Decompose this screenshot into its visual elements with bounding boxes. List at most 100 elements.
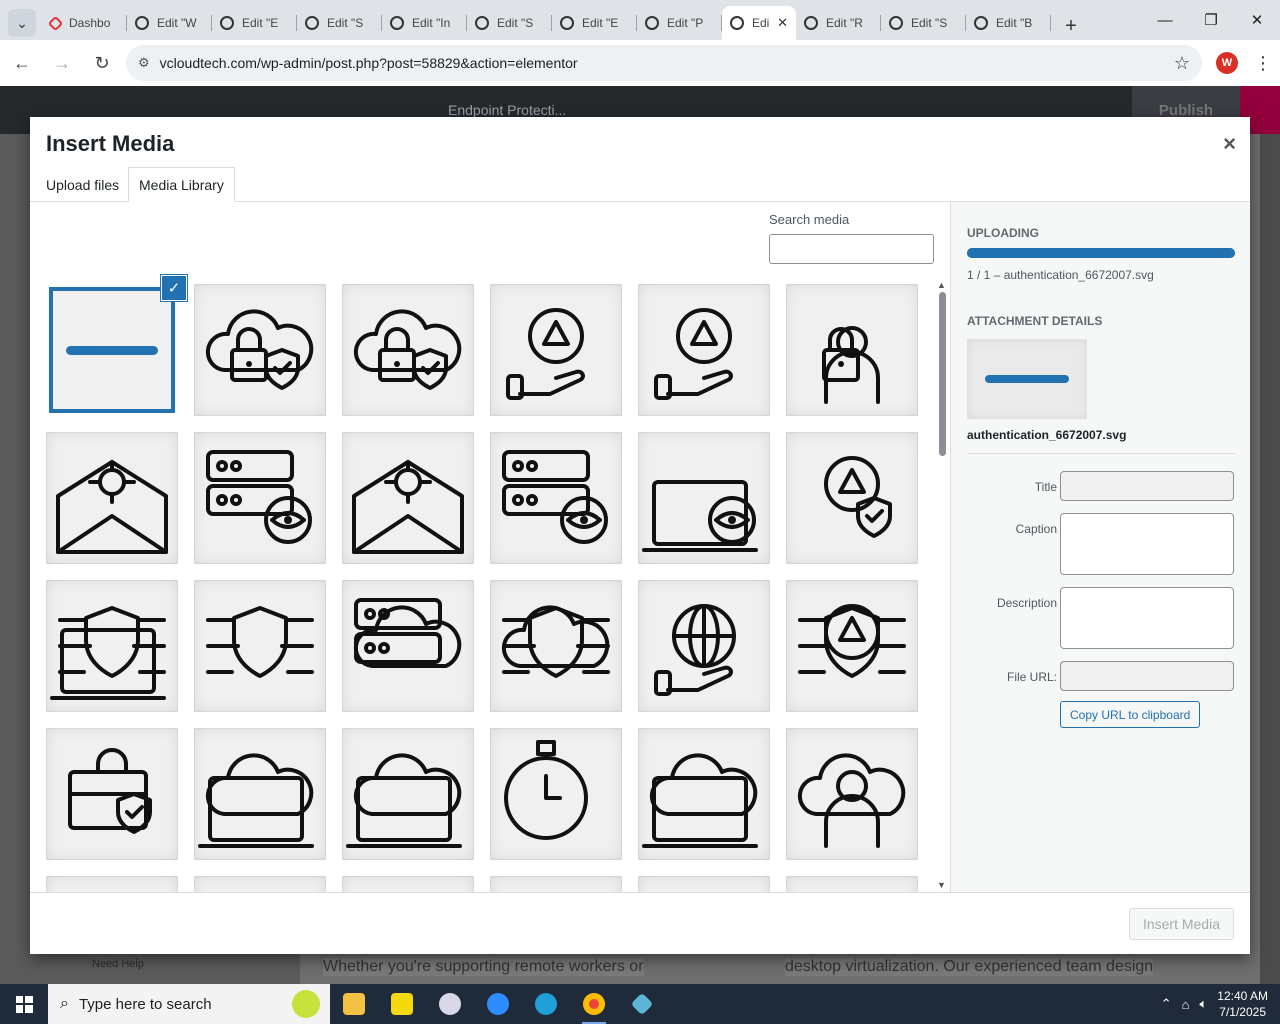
attachment-details-heading: ATTACHMENT DETAILS xyxy=(967,314,1103,328)
paint-icon[interactable] xyxy=(426,984,474,1024)
file-url-field[interactable] xyxy=(1060,661,1234,691)
attachment-item[interactable] xyxy=(786,284,918,416)
attachment-item[interactable] xyxy=(638,432,770,564)
attachment-item[interactable] xyxy=(638,876,770,892)
browser-tab[interactable]: Edit "B xyxy=(966,6,1051,40)
server-eye-icon xyxy=(502,450,608,544)
zoom-icon[interactable] xyxy=(474,984,522,1024)
profile-avatar[interactable]: W xyxy=(1216,52,1238,74)
wordpress-icon xyxy=(305,16,319,30)
forward-icon[interactable]: → xyxy=(44,45,80,81)
attachment-item[interactable] xyxy=(638,580,770,712)
scroll-up-icon[interactable]: ▲ xyxy=(937,280,946,290)
tab-label: Edit "P xyxy=(667,16,704,30)
minimize-icon[interactable]: — xyxy=(1142,0,1188,40)
attachment-item[interactable] xyxy=(490,580,622,712)
insert-media-button[interactable]: Insert Media xyxy=(1128,908,1234,940)
cloud-lock-shield-icon xyxy=(205,309,314,390)
selected-check-icon[interactable]: ✓ xyxy=(162,276,186,300)
browser-tab[interactable]: Dashbo xyxy=(42,6,127,40)
bookmark-star-icon[interactable]: ☆ xyxy=(1174,53,1190,74)
tab-media-library[interactable]: Media Library xyxy=(128,167,235,202)
close-window-icon[interactable]: ✕ xyxy=(1234,0,1280,40)
attachment-item[interactable] xyxy=(490,876,622,892)
attachment-item[interactable] xyxy=(46,432,178,564)
edge-icon[interactable] xyxy=(522,984,570,1024)
description-field[interactable] xyxy=(1060,587,1234,649)
browser-tab[interactable]: Edit "E xyxy=(212,6,297,40)
scrollbar[interactable]: ▲ ▼ xyxy=(936,280,948,890)
scrollbar-thumb[interactable] xyxy=(939,292,946,456)
attachment-item[interactable] xyxy=(342,580,474,712)
browser-tab[interactable]: Edit "P xyxy=(637,6,722,40)
attachment-item[interactable]: ✓ xyxy=(46,276,186,416)
tab-list: ⌄ Dashbo Edit "W Edit "E Edit "S Edit "In Edi… xyxy=(0,6,1051,40)
tab-label: Edit "In xyxy=(412,16,451,30)
attachment-item[interactable] xyxy=(46,728,178,860)
attachment-item[interactable] xyxy=(490,284,622,416)
attachment-item[interactable] xyxy=(342,728,474,860)
attachment-item[interactable] xyxy=(786,728,918,860)
browser-tab[interactable]: Edi ✕ xyxy=(722,6,796,40)
attachment-item[interactable] xyxy=(786,580,918,712)
browser-tab[interactable]: Edit "E xyxy=(552,6,637,40)
tray-chevron-icon[interactable]: ⌃ xyxy=(1161,996,1172,1012)
attachment-item[interactable] xyxy=(490,728,622,860)
browser-tab[interactable]: Edit "S xyxy=(881,6,966,40)
attachment-item[interactable] xyxy=(638,728,770,860)
tab-upload-files[interactable]: Upload files xyxy=(36,167,129,202)
scroll-down-icon[interactable]: ▼ xyxy=(937,880,946,890)
clock[interactable]: 12:40 AM 7/1/2025 xyxy=(1217,988,1268,1020)
attachment-item[interactable] xyxy=(786,432,918,564)
attachment-item[interactable] xyxy=(194,580,326,712)
browser-menu-icon[interactable]: ⋮ xyxy=(1254,53,1272,74)
browser-tab[interactable]: Edit "R xyxy=(796,6,881,40)
close-icon[interactable]: × xyxy=(1223,131,1236,157)
attachment-item[interactable] xyxy=(194,284,326,416)
volume-icon[interactable]: 🔈︎ xyxy=(1199,996,1207,1012)
attachment-item[interactable] xyxy=(638,284,770,416)
taskbar-search[interactable]: ⌕ Type here to search xyxy=(48,984,330,1024)
attachment-item[interactable] xyxy=(194,876,326,892)
attachment-item[interactable] xyxy=(194,728,326,860)
taskbar-search-placeholder: Type here to search xyxy=(78,995,212,1013)
tab-label: Edit "S xyxy=(497,16,534,30)
attachment-item[interactable] xyxy=(786,876,918,892)
reload-icon[interactable]: ↻ xyxy=(84,45,120,81)
file-explorer-icon[interactable] xyxy=(330,984,378,1024)
copy-url-button[interactable]: Copy URL to clipboard xyxy=(1060,701,1201,728)
wifi-robot-arm-icon xyxy=(50,606,166,700)
attachment-item[interactable] xyxy=(342,432,474,564)
search-label: Search media xyxy=(769,212,850,227)
sticky-notes-icon[interactable] xyxy=(378,984,426,1024)
attachment-item[interactable] xyxy=(194,432,326,564)
chrome-icon[interactable] xyxy=(570,984,618,1024)
tab-search-icon[interactable]: ⌄ xyxy=(8,9,36,37)
house-gear-shield-icon xyxy=(824,456,892,538)
close-tab-icon[interactable]: ✕ xyxy=(777,15,788,31)
attachment-item[interactable] xyxy=(490,432,622,564)
clock-date: 7/1/2025 xyxy=(1219,1005,1266,1019)
app-diamond-icon[interactable] xyxy=(618,984,666,1024)
laptop-eye-timer-icon xyxy=(642,480,758,552)
network-icon[interactable]: ⌂ xyxy=(1182,997,1190,1012)
back-icon[interactable]: ← xyxy=(4,45,40,81)
browser-tab[interactable]: Edit "W xyxy=(127,6,212,40)
address-bar[interactable]: ⚙ vcloudtech.com/wp-admin/post.php?post=… xyxy=(126,45,1202,81)
browser-tab[interactable]: Edit "S xyxy=(297,6,382,40)
maximize-icon[interactable]: ❐ xyxy=(1188,0,1234,40)
site-info-icon[interactable]: ⚙ xyxy=(138,55,150,71)
title-field[interactable] xyxy=(1060,471,1234,501)
attachment-item[interactable] xyxy=(46,876,178,892)
caption-field[interactable] xyxy=(1060,513,1234,575)
attachment-item[interactable] xyxy=(342,876,474,892)
attachment-item[interactable] xyxy=(46,580,178,712)
browser-tab[interactable]: Edit "S xyxy=(467,6,552,40)
start-button[interactable] xyxy=(0,984,48,1024)
new-tab-button[interactable]: + xyxy=(1057,12,1085,40)
wordpress-icon xyxy=(730,16,744,30)
attachment-item[interactable] xyxy=(342,284,474,416)
search-input[interactable] xyxy=(769,234,934,264)
browser-tab[interactable]: Edit "In xyxy=(382,6,467,40)
tab-label: Edit "E xyxy=(242,16,279,30)
